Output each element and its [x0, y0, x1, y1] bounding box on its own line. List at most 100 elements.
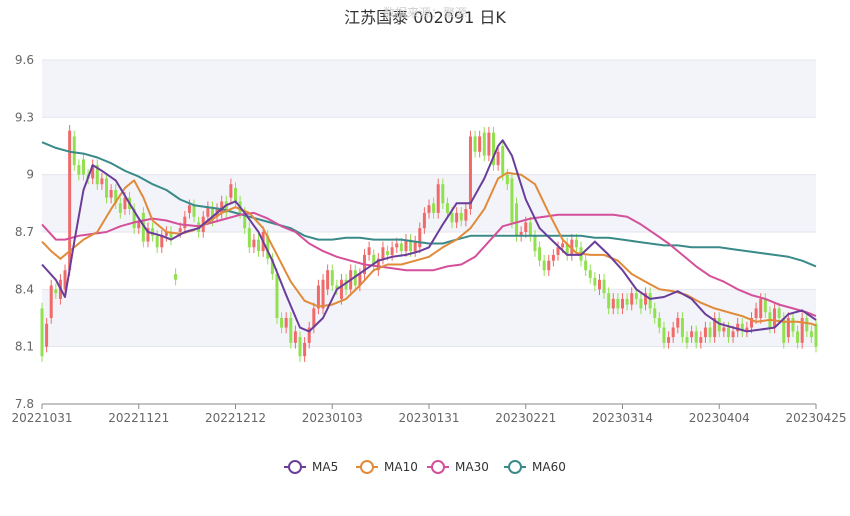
candle-body [339, 279, 343, 299]
candle-body [418, 228, 422, 248]
candle-body [464, 209, 468, 221]
candle-body [100, 178, 104, 185]
candle-body [814, 323, 818, 347]
candle-body [252, 239, 256, 248]
candle-body [699, 337, 703, 343]
candle-body [805, 318, 809, 332]
legend-item-ma10[interactable]: MA10 [356, 460, 418, 474]
candle-body [160, 235, 164, 248]
candle-body [72, 136, 76, 166]
candle-body [505, 174, 509, 185]
candle-body [367, 247, 371, 255]
candle-body [280, 318, 284, 328]
grid-band [42, 117, 816, 175]
legend-label: MA10 [384, 460, 418, 474]
candle-body [293, 331, 297, 343]
candle-body [455, 212, 459, 223]
candle-body [229, 184, 233, 198]
candle-body [321, 279, 325, 309]
candle-body [528, 222, 532, 236]
legend-marker-icon [288, 460, 302, 474]
candle-body [551, 254, 555, 261]
candle-body [289, 318, 293, 343]
candle-body [413, 241, 417, 252]
candle-body [754, 308, 758, 318]
candle-body [496, 151, 500, 166]
candle-body [773, 308, 777, 328]
y-tick-label: 9.3 [15, 110, 34, 124]
candle-body [597, 279, 601, 290]
legend-label: MA5 [312, 460, 338, 474]
candle-body [538, 247, 542, 261]
candle-body [77, 165, 81, 175]
x-tick-label: 20221031 [11, 411, 72, 425]
candle-body [524, 222, 528, 232]
y-tick-label: 8.1 [15, 340, 34, 354]
candle-body [247, 228, 251, 248]
x-tick-label: 20221121 [108, 411, 169, 425]
candle-body [109, 189, 113, 198]
candle-body [588, 270, 592, 278]
candle-body [703, 327, 707, 338]
candle-body [667, 337, 671, 343]
candle-body [796, 331, 800, 343]
candle-body [422, 212, 426, 229]
candle-body [593, 277, 597, 286]
legend-item-ma60[interactable]: MA60 [504, 460, 566, 474]
x-tick-label: 20230103 [302, 411, 363, 425]
candle-body [731, 331, 735, 338]
y-tick-label: 8.7 [15, 225, 34, 239]
candle-body [621, 298, 624, 309]
kline-chart: 7.8 8.1 8.4 8.7 9 9.3 9.6 20221031 20221121 20221… [11, 53, 847, 474]
candle-body [330, 270, 334, 286]
candle-body [303, 342, 307, 357]
candle-body [639, 298, 643, 309]
legend-item-ma30[interactable]: MA30 [427, 460, 489, 474]
candle-body [432, 203, 436, 213]
candle-body [685, 337, 689, 343]
candle-body [584, 260, 588, 271]
candle-body [708, 327, 712, 338]
candle-body [533, 235, 537, 252]
candle-body [515, 203, 519, 236]
candle-body [81, 159, 85, 175]
x-tick-label: 20221212 [205, 411, 266, 425]
candle-body [381, 247, 385, 259]
grid-band [42, 346, 816, 404]
candle-body [436, 184, 440, 213]
candle-body [542, 260, 546, 271]
x-tick-label: 20230131 [398, 411, 459, 425]
candle-body [482, 132, 486, 156]
candle-body [607, 293, 611, 309]
candle-body [441, 184, 445, 204]
y-tick-label: 7.8 [15, 397, 34, 411]
candle-body [478, 136, 482, 152]
candle-body [459, 212, 463, 221]
candle-body [178, 228, 182, 232]
candle-body [690, 331, 694, 338]
candle-body [487, 132, 491, 156]
candle-body [726, 327, 730, 338]
candle-body [257, 239, 261, 252]
candle-body [616, 298, 620, 309]
legend-item-ma5[interactable]: MA5 [284, 460, 338, 474]
candle-body [54, 289, 58, 294]
candle-body [809, 331, 813, 338]
x-tick-label: 20230404 [689, 411, 750, 425]
candle-body [284, 318, 288, 328]
candle-body [630, 293, 634, 305]
candle-body [694, 331, 698, 343]
y-tick-label: 9 [26, 168, 34, 182]
candle-body [187, 205, 191, 213]
candle-body [653, 308, 657, 318]
legend-label: MA30 [455, 460, 489, 474]
candle-body [722, 327, 726, 332]
candle-body [648, 293, 652, 309]
candle-body [556, 247, 560, 255]
candle-body [759, 298, 763, 318]
candle-body [791, 318, 795, 332]
candle-body [427, 205, 431, 213]
candle-body [155, 235, 159, 248]
x-tick-label: 20230221 [495, 411, 556, 425]
candle-body [547, 260, 551, 271]
